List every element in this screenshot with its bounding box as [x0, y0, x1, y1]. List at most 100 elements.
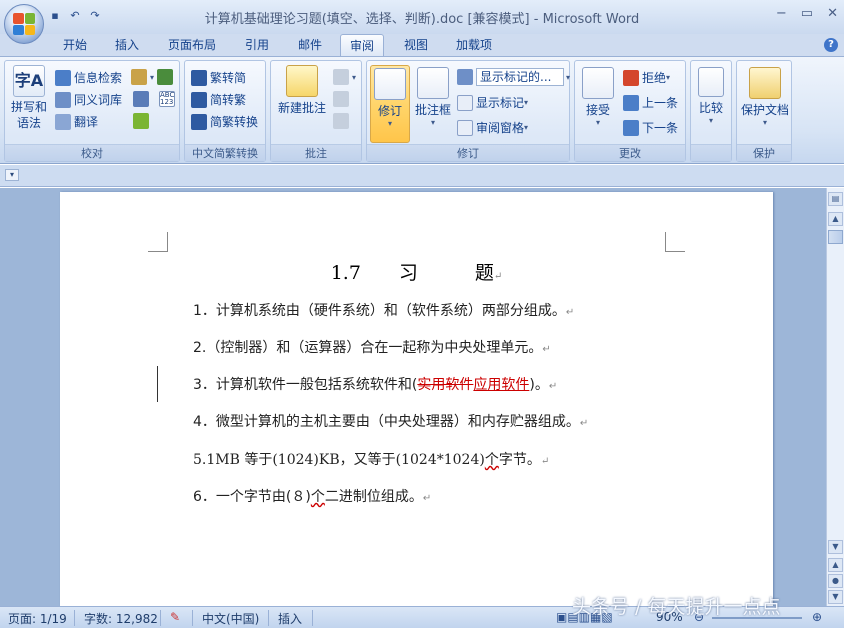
undo-icon[interactable]: ↶ [66, 6, 84, 24]
group-comments: 新建批注 ▾ 批注 [270, 60, 362, 162]
protect-document-label: 保护文档 [740, 103, 789, 117]
tab-addins[interactable]: 加载项 [450, 34, 498, 56]
minimize-button[interactable]: − [776, 6, 787, 21]
save-icon[interactable]: ▪ [46, 6, 64, 24]
research-button[interactable]: 信息检索 [55, 69, 122, 86]
reviewing-pane-icon [457, 119, 473, 136]
ribbon: 字A 拼写和 语法 信息检索 同义词库 翻译 ▾ ABC 123 校对 繁转简 … [0, 56, 844, 164]
previous-comment-icon [333, 91, 349, 107]
reject-button[interactable]: 拒绝 ▾ [623, 69, 670, 86]
next-change-button[interactable]: 下一条 [623, 119, 678, 136]
tab-page-layout[interactable]: 页面布局 [162, 34, 222, 56]
globe-icon [157, 69, 173, 85]
tab-references[interactable]: 引用 [238, 34, 276, 56]
research-icon [55, 69, 71, 86]
page-indicator[interactable]: 页面: 1/19 [8, 610, 67, 627]
next-comment-button[interactable] [333, 113, 352, 129]
next-page-button[interactable]: ▼ [828, 590, 843, 604]
track-changes-button[interactable]: 修订 ▾ [370, 65, 410, 143]
tab-insert[interactable]: 插入 [108, 34, 146, 56]
balloons-button[interactable]: 批注框 ▾ [413, 65, 453, 143]
word-count-button[interactable]: ABC 123 [159, 91, 178, 107]
deleted-text: 实用软件 [417, 377, 474, 393]
parental-control-button[interactable] [133, 91, 152, 107]
previous-change-button[interactable]: 上一条 [623, 94, 678, 111]
office-logo-icon [13, 13, 35, 35]
balloons-label: 批注框 [414, 103, 451, 117]
ruler-toggle-icon[interactable]: ▤ [828, 192, 843, 206]
traditional-icon [191, 91, 207, 108]
spelling-grammar-button[interactable]: 字A 拼写和 语法 [7, 65, 51, 143]
tab-home[interactable]: 开始 [56, 34, 94, 56]
reviewing-pane-button[interactable]: 审阅窗格 ▾ [457, 119, 528, 136]
chevron-down-icon[interactable]: ▾ [566, 73, 570, 82]
tab-view[interactable]: 视图 [396, 34, 436, 56]
scroll-thumb[interactable] [828, 230, 843, 244]
display-for-review-value[interactable]: 显示标记的... [476, 68, 564, 86]
translation-tip-button[interactable]: ▾ [131, 69, 154, 85]
vertical-scrollbar[interactable]: ▤ ▲ ▼ ▲ ● ▼ [826, 188, 844, 606]
previous-comment-button[interactable] [333, 91, 352, 107]
compare-label: 比较 [698, 101, 723, 115]
redo-icon[interactable]: ↷ [86, 6, 104, 24]
convert-button[interactable]: 简繁转换 [191, 113, 258, 130]
maximize-button[interactable]: ▭ [801, 6, 813, 21]
watermark-text: 头条号 / 每天提升一点点 [572, 596, 781, 618]
tab-review[interactable]: 审阅 [340, 34, 384, 57]
customize-toolbar-icon[interactable]: ▾ [5, 169, 19, 181]
close-button[interactable]: ✕ [827, 6, 838, 21]
proofing-status-icon[interactable]: ✎ [170, 610, 180, 624]
quick-toolbar-row: ▾ [0, 165, 844, 187]
office-button[interactable] [4, 4, 44, 44]
insert-list-button[interactable] [133, 113, 152, 129]
line-6-flagged: 个 [310, 489, 325, 505]
document-page[interactable]: 1.7 习 题↵ 1．计算机系统由（硬件系统）和（软件系统）两部分组成。↵ 2.… [60, 192, 773, 606]
line-5-end: 字节。 [498, 452, 541, 468]
accept-button[interactable]: 接受 ▾ [578, 65, 618, 143]
change-bar [157, 366, 158, 402]
delete-comment-icon [333, 69, 349, 85]
word-count-icon: ABC 123 [159, 91, 175, 107]
thesaurus-label: 同义词库 [74, 93, 123, 107]
line-6-text: 6．一个字节由(８) [193, 489, 311, 505]
previous-page-button[interactable]: ▲ [828, 558, 843, 572]
question-line-4: 4．微型计算机的主机主要由（中央处理器）和内存贮器组成。↵ [193, 414, 589, 430]
question-line-1: 1．计算机系统由（硬件系统）和（软件系统）两部分组成。↵ [193, 303, 575, 319]
new-comment-icon [286, 65, 318, 97]
thesaurus-button[interactable]: 同义词库 [55, 91, 122, 108]
group-protect: 保护文档 ▾ 保护 [736, 60, 792, 162]
group-compare: 比较 ▾ [690, 60, 732, 162]
scroll-down-button[interactable]: ▼ [828, 540, 843, 554]
ribbon-tabs: 开始 插入 页面布局 引用 邮件 审阅 视图 加载项 [0, 34, 844, 57]
compare-button[interactable]: 比较 ▾ [693, 65, 729, 143]
previous-change-icon [623, 94, 639, 111]
protect-document-button[interactable]: 保护文档 ▾ [739, 65, 791, 143]
group-tracking-label: 修订 [367, 144, 569, 161]
translate-button[interactable]: 翻译 [55, 113, 98, 130]
tab-mailings[interactable]: 邮件 [290, 34, 330, 56]
accept-label: 接受 [585, 103, 610, 117]
language-indicator[interactable]: 中文(中国) [202, 610, 259, 627]
balloons-icon [417, 67, 449, 99]
compare-icon [698, 67, 724, 97]
new-comment-label: 新建批注 [277, 101, 326, 115]
spelling-check-icon: 字A [13, 65, 45, 97]
to-traditional-button[interactable]: 简转繁 [191, 91, 246, 108]
new-comment-button[interactable]: 新建批注 [274, 65, 330, 143]
group-proofing-label: 校对 [5, 144, 179, 161]
show-markup-button[interactable]: 显示标记 ▾ [457, 94, 528, 111]
set-language-button[interactable] [157, 69, 176, 85]
scroll-up-button[interactable]: ▲ [828, 212, 843, 226]
to-simplified-button[interactable]: 繁转简 [191, 69, 246, 86]
help-icon[interactable]: ? [824, 38, 838, 52]
insert-mode-indicator[interactable]: 插入 [278, 610, 302, 627]
translate-icon [55, 113, 71, 130]
select-browse-object-button[interactable]: ● [828, 574, 843, 588]
delete-comment-button[interactable]: ▾ [333, 69, 356, 85]
display-for-review-dropdown[interactable]: 显示标记的... ▾ [457, 68, 570, 86]
title-bar: 计算机基础理论习题(填空、选择、判断).doc [兼容模式] - Microso… [0, 0, 844, 34]
group-changes: 接受 ▾ 拒绝 ▾ 上一条 下一条 更改 [574, 60, 686, 162]
zoom-in-icon[interactable]: ⊕ [812, 610, 822, 624]
margin-corner-top-right [665, 232, 685, 252]
word-count-indicator[interactable]: 字数: 12,982 [84, 610, 158, 627]
